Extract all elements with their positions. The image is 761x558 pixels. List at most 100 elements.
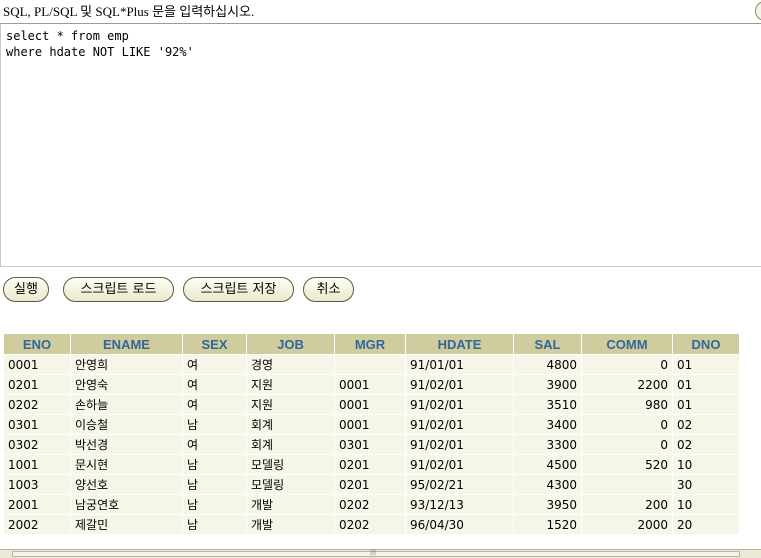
table-cell-comm: 2000 (581, 514, 673, 535)
table-cell-hdate: 91/01/01 (405, 354, 514, 375)
table-cell-mgr (334, 354, 406, 375)
table-cell-job: 회계 (246, 434, 335, 455)
table-cell-eno: 1003 (3, 474, 71, 495)
table-cell-sex: 남 (182, 474, 247, 495)
table-cell-sal: 3300 (513, 434, 582, 455)
table-cell-sex: 남 (182, 414, 247, 435)
load-script-button[interactable]: 스크립트 로드 (63, 277, 174, 302)
table-cell-hdate: 93/12/13 (405, 494, 514, 515)
table-cell-job: 경영 (246, 354, 335, 375)
table-cell-comm: 0 (581, 354, 673, 375)
table-cell-sex: 남 (182, 494, 247, 515)
table-cell-hdate: 91/02/01 (405, 454, 514, 475)
table-cell-job: 지원 (246, 374, 335, 395)
sql-editor[interactable]: select * from emp where hdate NOT LIKE '… (0, 23, 761, 267)
table-cell-job: 개발 (246, 514, 335, 535)
run-button[interactable]: 실행 (3, 277, 49, 302)
table-cell-dno: 10 (672, 494, 740, 515)
sql-editor-content[interactable]: select * from emp where hdate NOT LIKE '… (1, 24, 761, 60)
table-row: 2001 남궁연호 남 개발 0202 93/12/13 3950 200 10 (3, 494, 740, 515)
table-cell-eno: 0001 (3, 354, 71, 375)
table-cell-eno: 2002 (3, 514, 71, 535)
table-cell-ename: 박선경 (70, 434, 183, 455)
table-cell-sex: 남 (182, 514, 247, 535)
column-header-dno[interactable]: DNO (672, 333, 740, 355)
table-cell-comm: 200 (581, 494, 673, 515)
help-button[interactable] (755, 1, 761, 21)
instruction-text: SQL, PL/SQL 및 SQL*Plus 문을 입력하십시오. (3, 4, 255, 19)
table-cell-ename: 문시현 (70, 454, 183, 475)
results-table: ENO ENAME SEX JOB MGR HDATE SAL COMM DNO… (3, 333, 740, 535)
table-cell-eno: 2001 (3, 494, 71, 515)
table-cell-job: 모델링 (246, 474, 335, 495)
table-cell-mgr: 0001 (334, 374, 406, 395)
table-cell-hdate: 96/04/30 (405, 514, 514, 535)
table-cell-dno: 01 (672, 394, 740, 415)
table-cell-sex: 여 (182, 394, 247, 415)
table-cell-sex: 여 (182, 434, 247, 455)
table-cell-job: 회계 (246, 414, 335, 435)
table-row: 1003 양선호 남 모델링 0201 95/02/21 4300 30 (3, 474, 740, 495)
table-cell-ename: 남궁연호 (70, 494, 183, 515)
cancel-button[interactable]: 취소 (303, 277, 354, 302)
table-cell-hdate: 95/02/21 (405, 474, 514, 495)
table-cell-dno: 10 (672, 454, 740, 475)
column-header-hdate[interactable]: HDATE (405, 333, 514, 355)
table-row: 0202 손하늘 여 지원 0001 91/02/01 3510 980 01 (3, 394, 740, 415)
table-cell-dno: 20 (672, 514, 740, 535)
table-cell-ename: 이승철 (70, 414, 183, 435)
table-cell-eno: 0201 (3, 374, 71, 395)
table-cell-sal: 3400 (513, 414, 582, 435)
table-cell-ename: 손하늘 (70, 394, 183, 415)
table-cell-sal: 3950 (513, 494, 582, 515)
scrollbar-grip-icon: ||| (370, 549, 377, 556)
table-row: 0201 안영숙 여 지원 0001 91/02/01 3900 2200 01 (3, 374, 740, 395)
table-cell-sal: 3510 (513, 394, 582, 415)
table-cell-sal: 4500 (513, 454, 582, 475)
table-cell-job: 모델링 (246, 454, 335, 475)
table-cell-comm: 980 (581, 394, 673, 415)
table-row: 0001 안영희 여 경영 91/01/01 4800 0 01 (3, 354, 740, 375)
table-cell-dno: 02 (672, 434, 740, 455)
column-header-sex[interactable]: SEX (182, 333, 247, 355)
table-cell-ename: 제갈민 (70, 514, 183, 535)
save-script-button[interactable]: 스크립트 저장 (183, 277, 294, 302)
table-cell-ename: 양선호 (70, 474, 183, 495)
table-cell-sex: 여 (182, 354, 247, 375)
table-cell-comm: 2200 (581, 374, 673, 395)
table-row: 1001 문시현 남 모델링 0201 91/02/01 4500 520 10 (3, 454, 740, 475)
table-cell-comm: 0 (581, 434, 673, 455)
column-header-mgr[interactable]: MGR (334, 333, 406, 355)
table-cell-mgr: 0201 (334, 474, 406, 495)
table-cell-job: 개발 (246, 494, 335, 515)
table-cell-dno: 01 (672, 374, 740, 395)
table-cell-mgr: 0001 (334, 394, 406, 415)
table-row: 2002 제갈민 남 개발 0202 96/04/30 1520 2000 20 (3, 514, 740, 535)
table-cell-hdate: 91/02/01 (405, 434, 514, 455)
table-cell-hdate: 91/02/01 (405, 374, 514, 395)
column-header-job[interactable]: JOB (246, 333, 335, 355)
table-cell-eno: 0302 (3, 434, 71, 455)
table-cell-comm: 520 (581, 454, 673, 475)
table-cell-sal: 4800 (513, 354, 582, 375)
table-cell-ename: 안영숙 (70, 374, 183, 395)
column-header-comm[interactable]: COMM (581, 333, 673, 355)
table-cell-mgr: 0301 (334, 434, 406, 455)
table-cell-comm (581, 474, 673, 495)
table-cell-eno: 0301 (3, 414, 71, 435)
table-cell-dno: 30 (672, 474, 740, 495)
column-header-ename[interactable]: ENAME (70, 333, 183, 355)
table-cell-dno: 01 (672, 354, 740, 375)
table-cell-mgr: 0202 (334, 494, 406, 515)
table-row: 0302 박선경 여 회계 0301 91/02/01 3300 0 02 (3, 434, 740, 455)
column-header-sal[interactable]: SAL (513, 333, 582, 355)
table-cell-mgr: 0201 (334, 454, 406, 475)
table-cell-eno: 0202 (3, 394, 71, 415)
table-row: 0301 이승철 남 회계 0001 91/02/01 3400 0 02 (3, 414, 740, 435)
table-cell-sal: 4300 (513, 474, 582, 495)
table-cell-sal: 1520 (513, 514, 582, 535)
column-header-eno[interactable]: ENO (3, 333, 71, 355)
table-cell-sex: 남 (182, 454, 247, 475)
table-cell-hdate: 91/02/01 (405, 394, 514, 415)
table-cell-hdate: 91/02/01 (405, 414, 514, 435)
